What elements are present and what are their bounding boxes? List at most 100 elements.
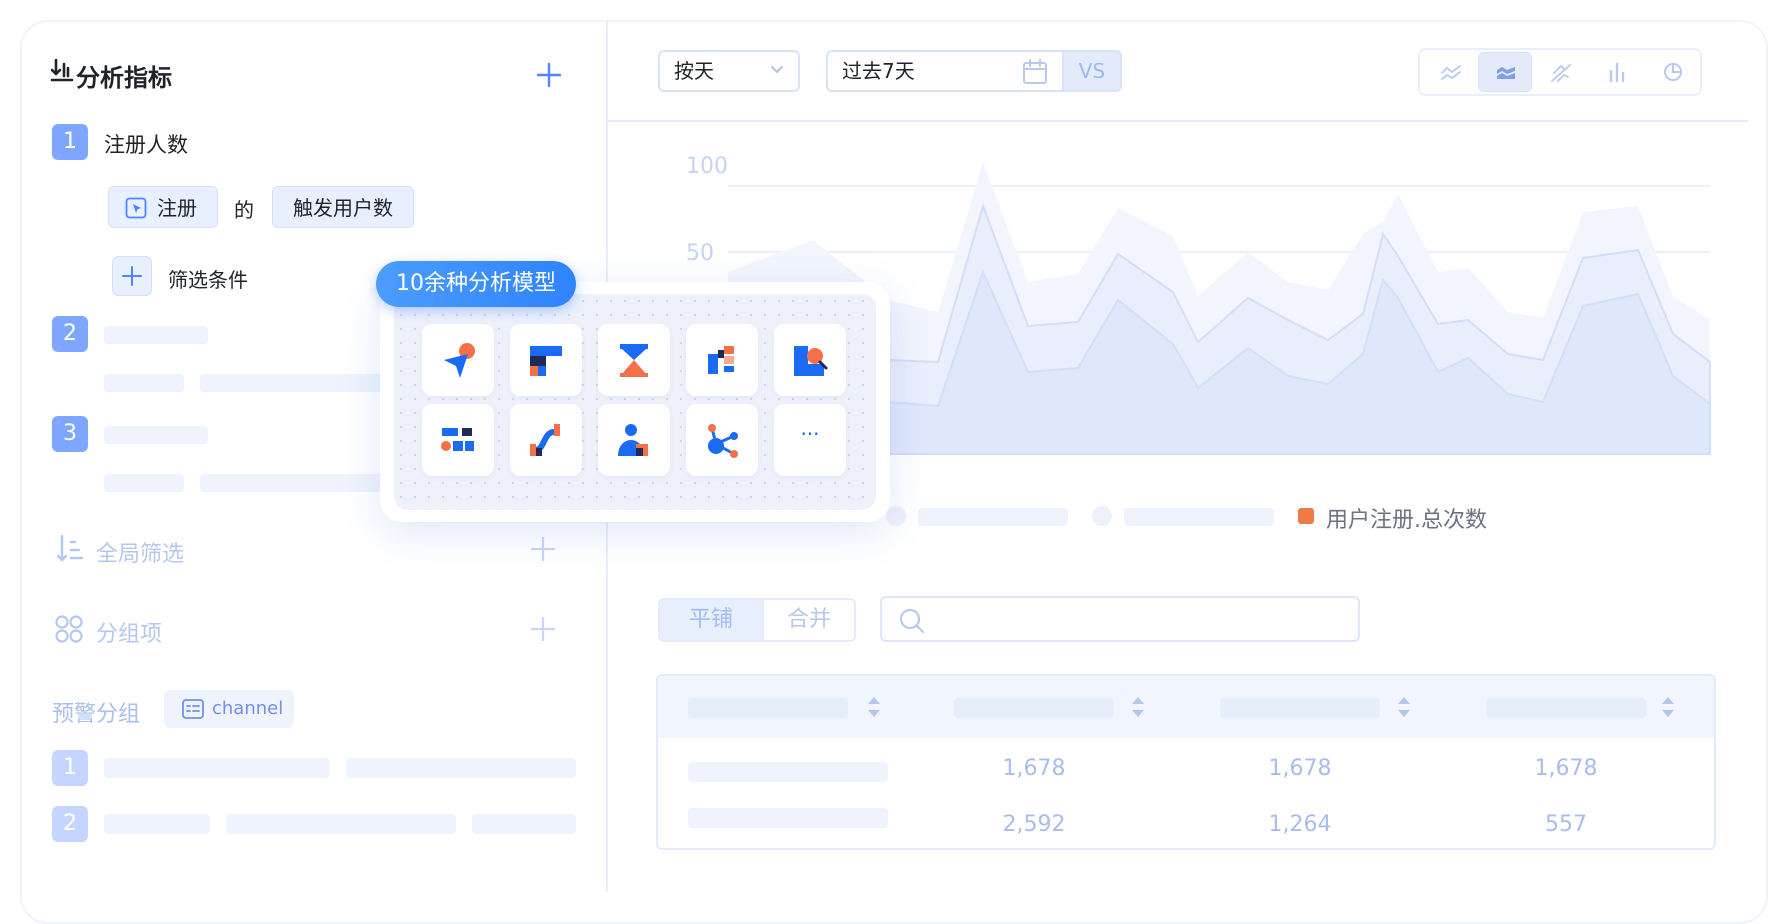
column-header[interactable] [954,698,1114,718]
placeholder-bar [104,814,210,834]
segment-icon [441,428,474,451]
sort-icon[interactable] [1396,694,1412,720]
search-input[interactable] [880,596,1360,642]
column-header[interactable] [688,698,848,718]
pie-chart-icon [1664,63,1682,81]
placeholder-bar [104,426,208,444]
granularity-value: 按天 [674,59,714,83]
placeholder-bar [104,326,208,344]
chevron-down-icon [770,65,784,75]
bar-chart-button[interactable] [1590,52,1644,92]
path-icon [444,343,475,378]
legend-label[interactable]: 用户注册.总次数 [1326,502,1487,534]
area-chart-icon [1497,67,1515,79]
sort-icon[interactable] [1130,694,1146,720]
legend-placeholder [918,508,1068,526]
alert-group-label: 预警分组 [52,702,141,727]
measure-chip[interactable]: 触发用户数 [272,186,414,228]
filter-label[interactable]: 筛选条件 [168,264,248,293]
models-grid: ··· [394,294,876,510]
data-table: 1,678 1,678 1,678 2,592 1,264 557 [656,674,1716,850]
table-cell: 1,264 [1268,812,1332,837]
metric-name[interactable]: 注册人数 [104,129,188,159]
sort-icon[interactable] [866,694,882,720]
placeholder-bar [104,758,330,778]
channel-chip-label: channel [212,698,284,719]
attribution-icon [794,346,828,376]
placeholder-bar [226,814,456,834]
row-label-placeholder [688,762,888,782]
network-icon [708,424,738,458]
table-cell: 2,592 [1002,812,1066,837]
group-by-label[interactable]: 分组项 [96,616,162,648]
granularity-select[interactable]: 按天 [658,50,800,92]
bar-chart-icon [1609,62,1625,83]
alert-row-index: 1 [52,750,88,786]
funnel-icon [530,346,562,376]
sort-icon[interactable] [1660,694,1676,720]
models-tag: 10余种分析模型 [376,261,576,307]
add-filter-button[interactable] [112,256,152,296]
add-global-filter-button[interactable] [530,536,556,562]
date-range-picker[interactable]: 过去7天 [826,50,1064,92]
model-tile[interactable] [598,324,670,396]
retention-icon [620,344,648,377]
more-icon: ··· [800,422,820,446]
connector-text: 的 [234,198,254,222]
distribution-icon [708,346,734,374]
add-metric-button[interactable] [536,62,562,88]
metric-index-badge: 2 [52,316,88,352]
interval-icon [530,424,560,456]
event-chip[interactable]: 注册 [108,186,218,228]
panel-title: 分析指标 [76,64,172,92]
model-tile[interactable] [598,404,670,476]
table-cell: 557 [1545,812,1587,837]
model-tile[interactable] [422,324,494,396]
line-chart-icon [1441,65,1461,80]
group-by-icon [54,614,84,644]
date-range-value: 过去7天 [842,59,915,83]
model-tile[interactable] [510,324,582,396]
table-cell: 1,678 [1534,756,1598,781]
model-tile[interactable] [686,324,758,396]
tab-merge[interactable]: 合并 [762,600,854,640]
event-chip-label: 注册 [157,196,197,220]
search-icon [899,608,925,634]
placeholder-bar [472,814,576,834]
model-tile[interactable] [422,404,494,476]
placeholder-bar [104,474,184,492]
placeholder-bar [104,374,184,392]
row-label-placeholder [688,808,888,828]
area-chart-button[interactable] [1478,52,1532,92]
view-mode-toggle: 平铺 合并 [658,598,856,642]
metric-index-badge: 3 [52,416,88,452]
legend-placeholder [1124,508,1274,526]
more-models-button[interactable]: ··· [774,404,846,476]
legend-dot [886,506,906,526]
analysis-models-popup: ··· [380,282,890,522]
pie-chart-button[interactable] [1646,52,1700,92]
line-chart-button[interactable] [1424,52,1478,92]
stacked-chart-icon [1551,64,1571,82]
column-header[interactable] [1220,698,1380,718]
model-tile[interactable] [510,404,582,476]
legend-dot [1092,506,1112,526]
placeholder-bar [346,758,576,778]
stacked-chart-button[interactable] [1534,52,1588,92]
chart-type-switcher [1418,48,1702,96]
y-tick-label: 100 [686,154,728,179]
tab-tile[interactable]: 平铺 [660,600,762,640]
alert-row-index: 2 [52,806,88,842]
calendar-icon [1022,59,1048,85]
global-filter-label[interactable]: 全局筛选 [96,536,184,568]
placeholder-bar [200,374,400,392]
model-tile[interactable] [774,324,846,396]
model-tile[interactable] [686,404,758,476]
channel-chip[interactable]: channel [164,690,294,728]
add-group-button[interactable] [530,616,556,642]
user-icon [618,424,648,456]
column-header[interactable] [1486,698,1646,718]
compare-button[interactable]: VS [1064,50,1122,92]
table-cell: 1,678 [1002,756,1066,781]
property-icon [182,699,204,719]
